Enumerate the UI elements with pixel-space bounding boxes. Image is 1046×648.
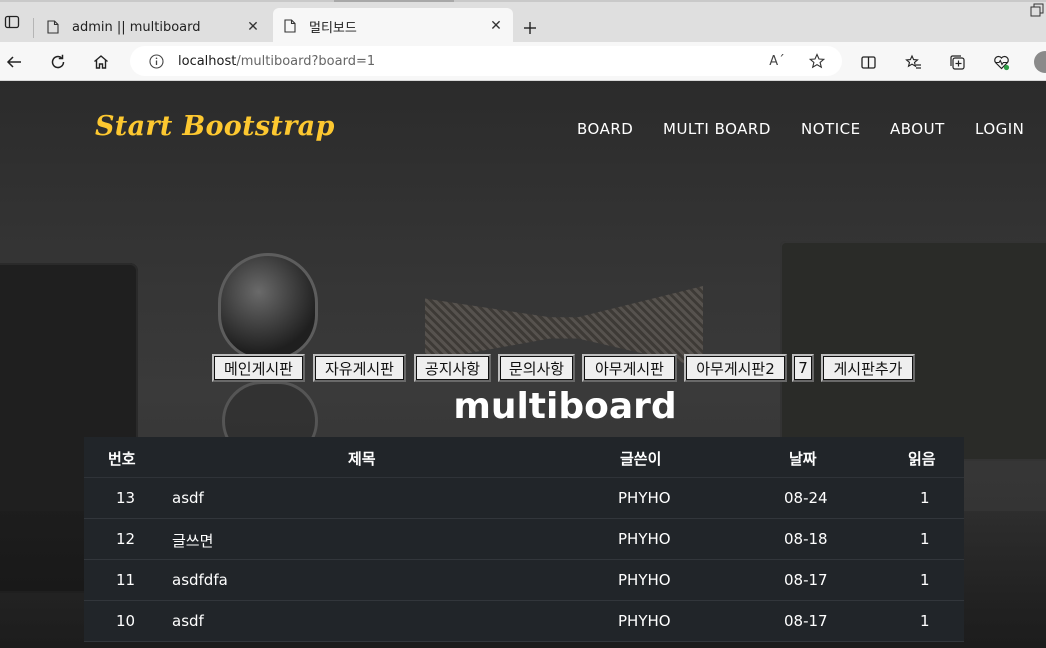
page-icon xyxy=(46,20,60,34)
header-views: 읽음 xyxy=(908,450,936,468)
cell-date: 08-17 xyxy=(784,612,828,630)
board-button-notice[interactable]: 공지사항 xyxy=(414,354,491,382)
url-host: localhost xyxy=(178,53,237,69)
nav-about[interactable]: ABOUT xyxy=(890,120,945,138)
tab-admin-multiboard[interactable]: admin || multiboard ✕ xyxy=(36,10,270,44)
board-button-main[interactable]: 메인게시판 xyxy=(212,354,305,382)
cell-views: 1 xyxy=(920,612,930,630)
header-title: 제목 xyxy=(348,450,376,468)
cell-views: 1 xyxy=(920,571,930,589)
add-board-button[interactable]: 게시판추가 xyxy=(821,354,915,382)
tab-multiboard[interactable]: 멀티보드 ✕ xyxy=(273,8,513,44)
cell-author: PHYHO xyxy=(618,571,671,589)
board-button-7[interactable]: 7 xyxy=(792,354,814,382)
background-photo-notebook xyxy=(780,241,1046,461)
board-button-free[interactable]: 자유게시판 xyxy=(313,354,406,382)
web-page: Start Bootstrap BOARD MULTI BOARD NOTICE… xyxy=(0,81,1046,648)
table-row[interactable]: 11 asdfdfa PHYHO 08-17 1 xyxy=(84,560,964,601)
cell-author: PHYHO xyxy=(618,530,671,548)
split-screen-icon[interactable] xyxy=(856,50,880,74)
favorites-icon[interactable] xyxy=(901,50,925,74)
table-header: 번호 제목 글쓴이 날짜 읽음 xyxy=(84,437,964,478)
tab-actions-icon[interactable] xyxy=(0,10,24,34)
cell-date: 08-17 xyxy=(784,571,828,589)
favorite-star-icon[interactable] xyxy=(806,50,828,72)
cell-number: 12 xyxy=(116,530,136,548)
profile-avatar[interactable] xyxy=(1034,51,1046,73)
back-icon[interactable] xyxy=(2,50,26,74)
site-brand-logo[interactable]: Start Bootstrap xyxy=(95,111,335,142)
browser-tab-bar: admin || multiboard ✕ 멀티보드 ✕ xyxy=(0,0,1046,44)
table-row[interactable]: 13 asdf PHYHO 08-24 1 xyxy=(84,478,964,519)
tab-label: 멀티보드 xyxy=(309,20,357,36)
browser-essentials-icon[interactable] xyxy=(989,50,1013,74)
read-aloud-icon[interactable]: A´ xyxy=(766,50,788,72)
header-number: 번호 xyxy=(108,450,136,468)
tab-separator xyxy=(33,18,34,38)
board-table: 번호 제목 글쓴이 날짜 읽음 13 asdf PHYHO 08-24 1 12… xyxy=(84,437,964,642)
board-button-any2[interactable]: 아무게시판2 xyxy=(684,354,787,382)
close-icon[interactable]: ✕ xyxy=(242,16,264,38)
tab-label: admin || multiboard xyxy=(72,19,201,35)
table-row[interactable]: 12 글쓰면 PHYHO 08-18 1 xyxy=(84,519,964,560)
cell-views: 1 xyxy=(920,489,930,507)
header-date: 날짜 xyxy=(789,450,817,468)
board-button-any[interactable]: 아무게시판 xyxy=(582,354,677,382)
page-icon xyxy=(283,19,297,33)
cell-date: 08-18 xyxy=(784,530,828,548)
page-title: multiboard xyxy=(453,386,677,427)
nav-board[interactable]: BOARD xyxy=(577,120,633,138)
cell-number: 10 xyxy=(116,612,136,630)
cell-number: 11 xyxy=(116,571,136,589)
url-text: localhost/multiboard?board=1 xyxy=(178,54,766,69)
collections-icon[interactable] xyxy=(945,50,969,74)
address-input[interactable]: localhost/multiboard?board=1 A´ xyxy=(130,46,842,76)
new-tab-button[interactable] xyxy=(518,16,542,40)
cell-date: 08-24 xyxy=(784,489,828,507)
post-title-link[interactable]: asdf xyxy=(172,612,204,630)
url-path: /multiboard?board=1 xyxy=(236,53,376,69)
board-button-inquiry[interactable]: 문의사항 xyxy=(498,354,575,382)
nav-login[interactable]: LOGIN xyxy=(975,120,1024,138)
post-title-link[interactable]: asdfdfa xyxy=(172,571,228,589)
info-icon[interactable] xyxy=(148,53,164,69)
home-icon[interactable] xyxy=(89,50,113,74)
nav-notice[interactable]: NOTICE xyxy=(801,120,861,138)
restore-window-icon[interactable] xyxy=(1030,2,1046,20)
post-title-link[interactable]: asdf xyxy=(172,489,204,507)
cell-number: 13 xyxy=(116,489,136,507)
nav-multi-board[interactable]: MULTI BOARD xyxy=(663,120,771,138)
refresh-icon[interactable] xyxy=(46,50,70,74)
post-title-link[interactable]: 글쓰면 xyxy=(172,530,213,551)
browser-address-bar: localhost/multiboard?board=1 A´ xyxy=(0,42,1046,81)
background-photo-sunglasses xyxy=(218,253,318,361)
cell-views: 1 xyxy=(920,530,930,548)
header-author: 글쓴이 xyxy=(620,450,662,468)
close-icon[interactable]: ✕ xyxy=(485,15,507,37)
table-row[interactable]: 10 asdf PHYHO 08-17 1 xyxy=(84,601,964,642)
cell-author: PHYHO xyxy=(618,612,671,630)
cell-author: PHYHO xyxy=(618,489,671,507)
